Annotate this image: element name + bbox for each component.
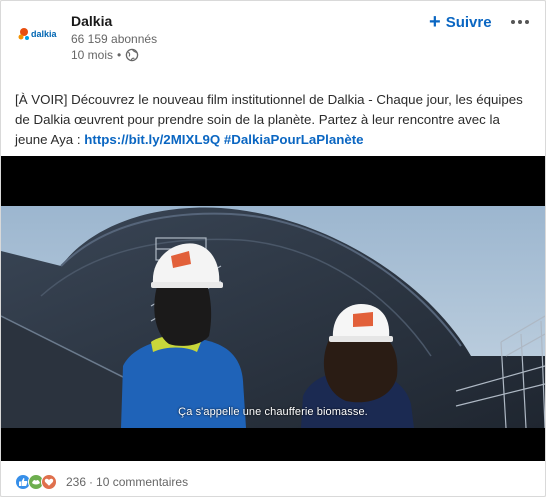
post-header: dalkia Dalkia 66 159 abonnés 10 mois • +…: [1, 1, 545, 75]
more-icon[interactable]: [507, 12, 533, 32]
follow-label: Suivre: [445, 13, 492, 31]
reaction-icons[interactable]: [15, 474, 57, 490]
post-card: dalkia Dalkia 66 159 abonnés 10 mois • +…: [0, 0, 546, 497]
post-link[interactable]: https://bit.ly/2MIXL9Q: [84, 132, 220, 147]
reaction-count[interactable]: 236: [66, 475, 86, 489]
comments-count[interactable]: 10 commentaires: [96, 475, 188, 489]
post-body: [À VOIR] Découvrez le nouveau film insti…: [15, 90, 529, 150]
plus-icon: +: [429, 11, 441, 33]
video-subtitle: Ça s'appelle une chaufferie biomasse.: [178, 406, 368, 418]
love-icon: [41, 474, 57, 490]
post-age: 10 mois: [71, 48, 114, 62]
post-meta: 10 mois •: [71, 48, 139, 62]
dalkia-logo[interactable]: dalkia: [17, 23, 61, 45]
meta-separator: •: [117, 48, 122, 62]
globe-icon: [125, 48, 139, 62]
logo-wordmark: dalkia: [31, 29, 58, 39]
follow-button[interactable]: + Suivre: [429, 10, 492, 34]
counts-separator: ·: [89, 475, 94, 489]
follower-count: 66 159 abonnés: [71, 32, 158, 46]
author-name[interactable]: Dalkia: [71, 13, 112, 29]
video-player[interactable]: Ça s'appelle une chaufferie biomasse.: [1, 156, 545, 461]
counts-row: 236 · 10 commentaires: [66, 475, 188, 489]
post-hashtag[interactable]: #DalkiaPourLaPlanète: [224, 132, 364, 147]
social-counts: 236 · 10 commentaires: [15, 473, 188, 491]
